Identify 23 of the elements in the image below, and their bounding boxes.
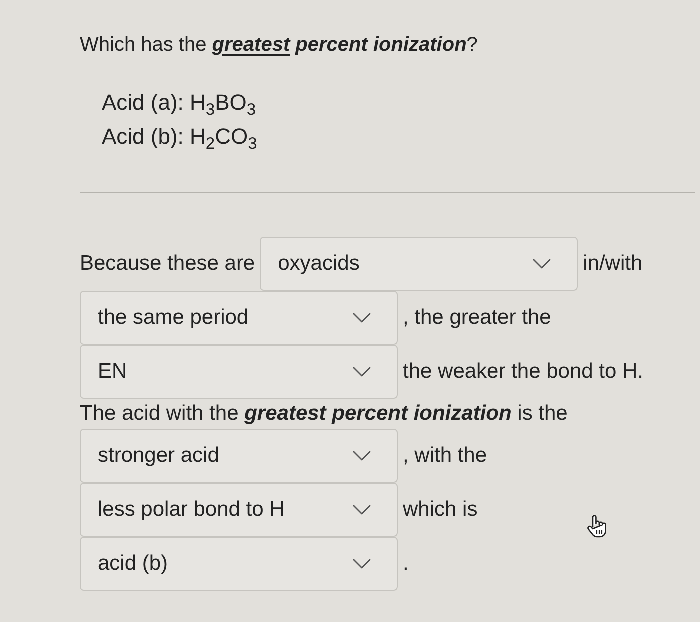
question-text: Which has the greatest percent ionization?: [80, 33, 478, 58]
chevron-down-icon: [353, 313, 371, 323]
chevron-down-icon: [353, 451, 371, 461]
answer-dropdown[interactable]: EN: [80, 345, 398, 399]
answer-dropdown[interactable]: the same period: [80, 291, 398, 345]
sentence-text: The acid with the greatest percent ionization is the: [80, 401, 568, 427]
sentence-text: in/with: [583, 251, 643, 277]
chevron-down-icon: [353, 367, 371, 377]
chevron-down-icon: [353, 559, 371, 569]
answer-dropdown[interactable]: acid (b): [80, 537, 398, 591]
acid-formula: Acid (b): H$_{2}$CO$_{3}$: [102, 123, 258, 154]
sentence-text: the weaker the bond to H.: [403, 359, 644, 385]
sentence-text: Because these are: [80, 251, 256, 277]
sentence-text: .: [403, 551, 409, 577]
acid-formula: Acid (a): H$_{3}$BO$_{3}$: [102, 89, 256, 120]
answer-dropdown[interactable]: less polar bond to H: [80, 483, 398, 537]
sentence-text: which is: [403, 497, 478, 523]
answer-dropdown[interactable]: oxyacids: [260, 237, 578, 291]
chevron-down-icon: [533, 259, 552, 269]
sentence-text: , the greater the: [403, 305, 552, 331]
chevron-down-icon: [353, 505, 371, 515]
sentence-text: , with the: [403, 443, 488, 469]
answer-dropdown[interactable]: stronger acid: [80, 429, 398, 483]
